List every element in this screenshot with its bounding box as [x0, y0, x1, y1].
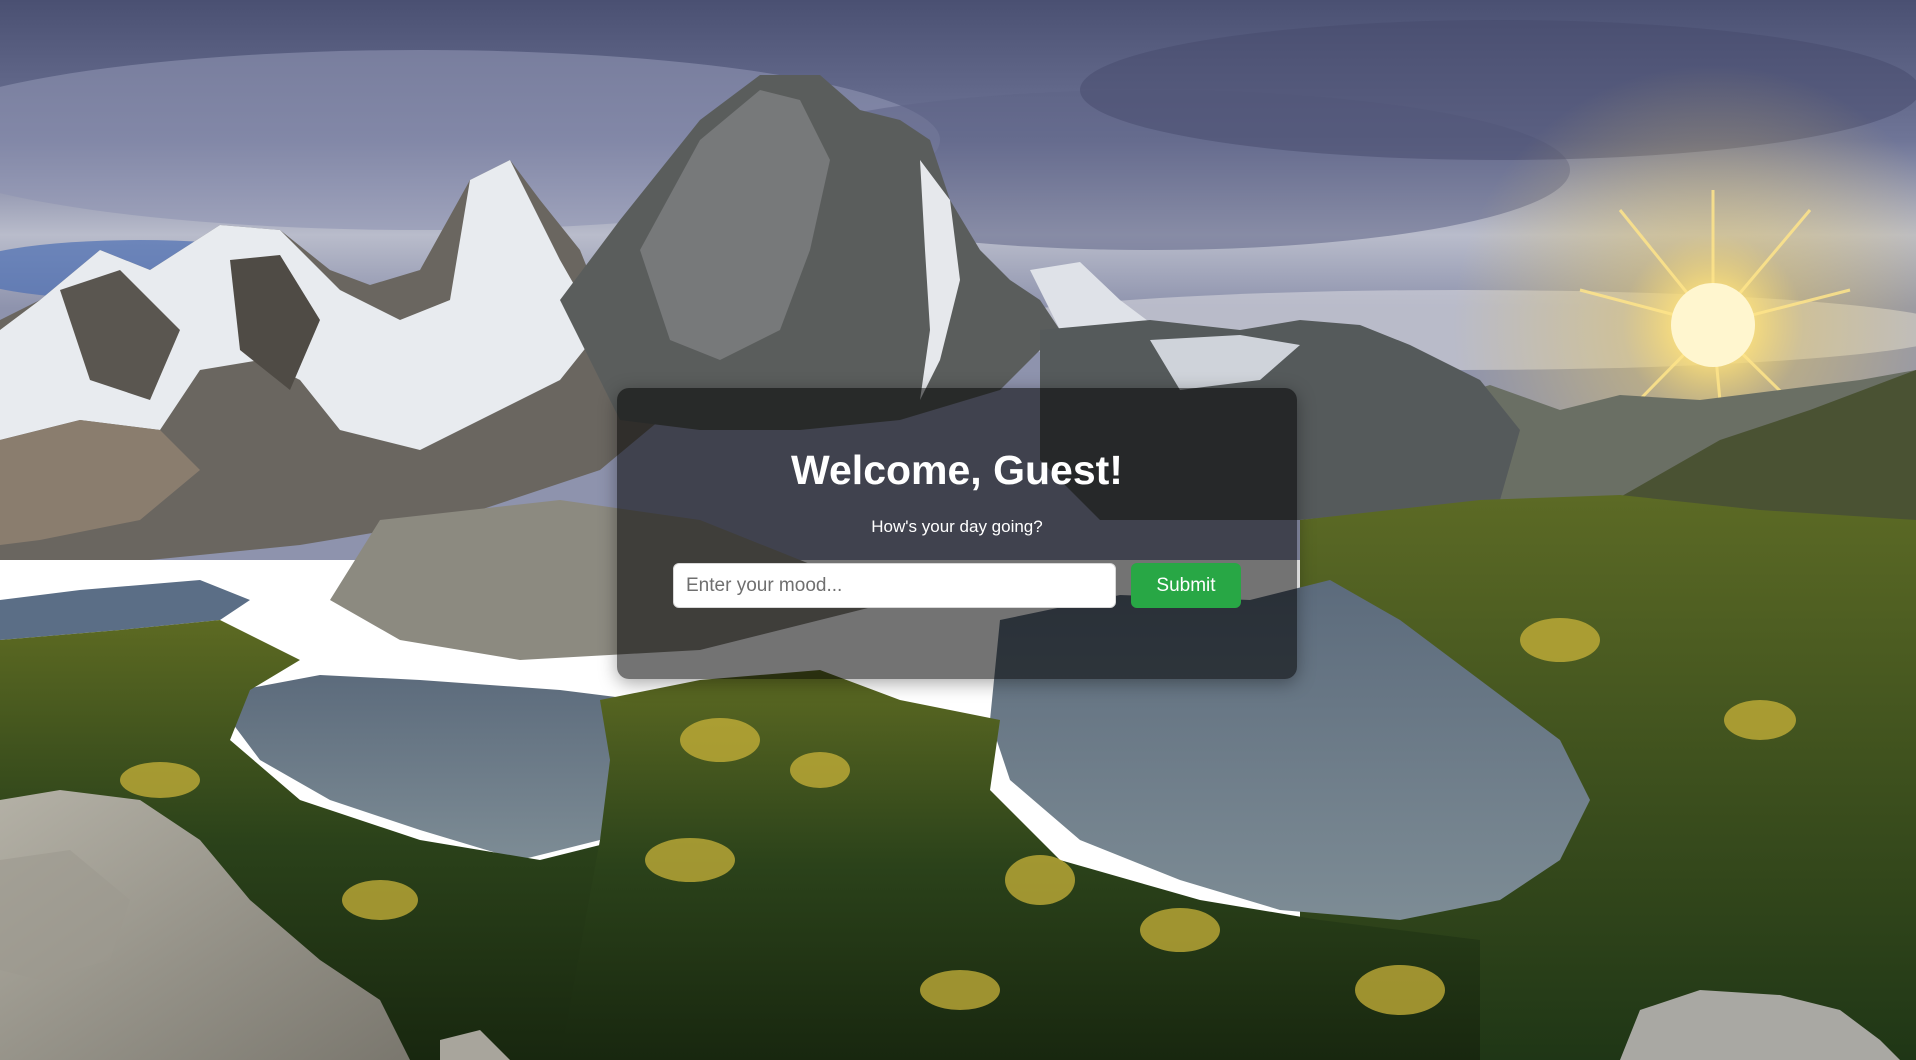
welcome-subtitle: How's your day going?: [871, 517, 1043, 536]
welcome-title: Welcome, Guest!: [791, 447, 1123, 493]
mood-input[interactable]: [673, 563, 1116, 608]
submit-button[interactable]: Submit: [1131, 563, 1241, 608]
welcome-card: Welcome, Guest! How's your day going? Su…: [617, 388, 1297, 679]
